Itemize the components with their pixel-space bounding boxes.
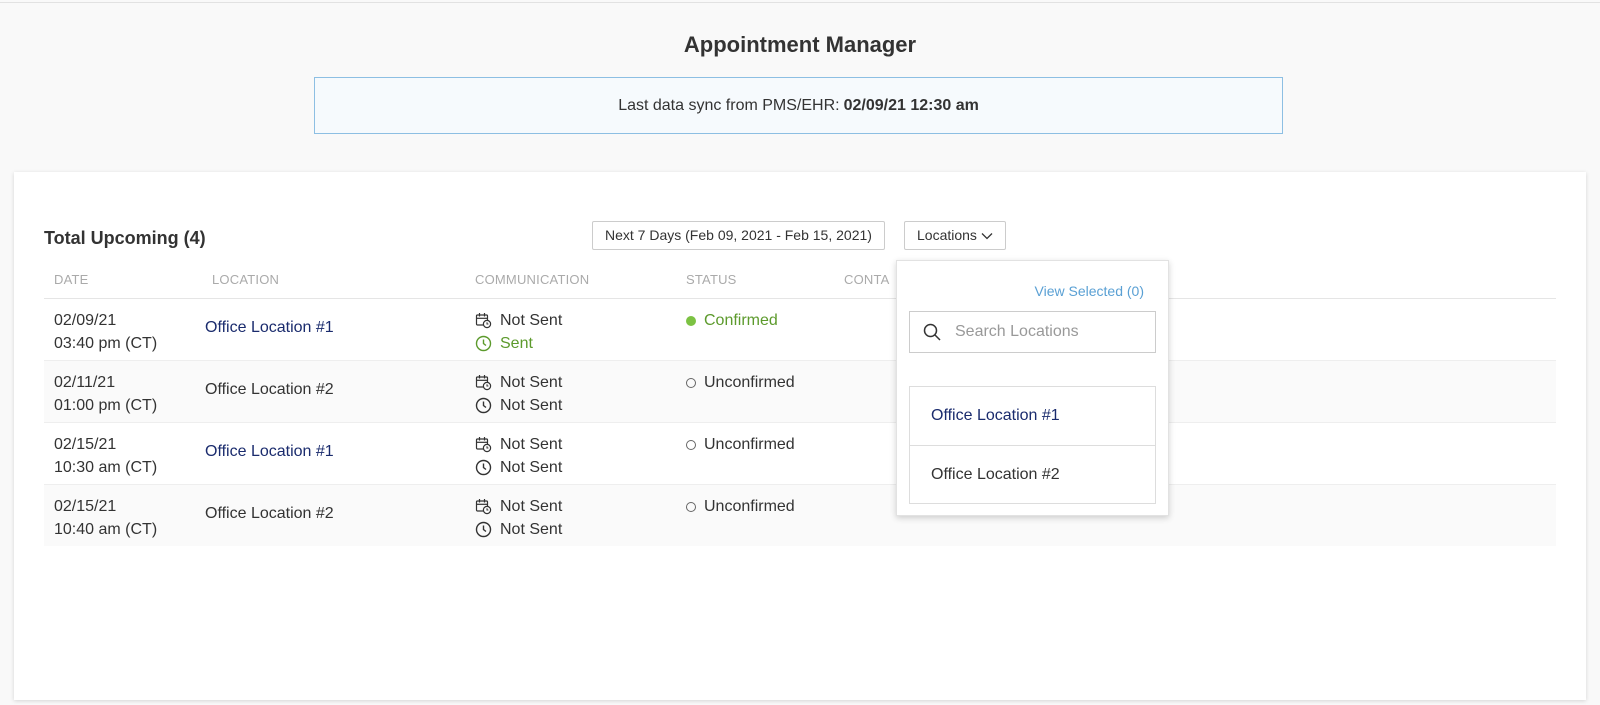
sync-banner: Last data sync from PMS/EHR: 02/09/21 12… [314, 77, 1283, 134]
location-options-list: Office Location #1 Office Location #2 [909, 386, 1156, 504]
location-link[interactable]: Office Location #1 [205, 319, 334, 337]
sync-value: 02/09/21 12:30 am [843, 96, 979, 114]
column-header-date[interactable]: DATE [54, 272, 89, 287]
reminder-clock-label: Not Sent [500, 459, 563, 476]
column-header-contact[interactable]: CONTA [844, 272, 890, 287]
status-badge: Unconfirmed [686, 495, 795, 518]
search-icon [923, 323, 941, 341]
appointment-date: 02/15/21 [54, 436, 117, 453]
appointment-time: 03:40 pm (CT) [54, 335, 158, 352]
appointment-date: 02/15/21 [54, 498, 117, 515]
reminder-clock-label: Not Sent [500, 397, 563, 414]
location-option-1[interactable]: Office Location #1 [910, 387, 1155, 445]
reminder-calendar-label: Not Sent [500, 374, 563, 391]
calendar-clock-icon [475, 437, 492, 453]
calendar-clock-icon [475, 313, 492, 329]
status-dot-icon [686, 439, 696, 450]
calendar-clock-icon [475, 499, 492, 515]
status-badge: Unconfirmed [686, 371, 795, 394]
reminder-calendar-label: Not Sent [500, 498, 563, 515]
search-locations-input[interactable] [953, 322, 1137, 342]
appointment-datetime: 02/15/21 10:40 am (CT) [54, 495, 157, 541]
table-row[interactable]: 02/09/21 03:40 pm (CT) Office Location #… [44, 299, 1556, 361]
date-range-button[interactable]: Next 7 Days (Feb 09, 2021 - Feb 15, 2021… [592, 221, 885, 250]
table-row[interactable]: 02/15/21 10:30 am (CT) Office Location #… [44, 423, 1556, 485]
view-selected-link[interactable]: View Selected (0) [1035, 283, 1144, 299]
locations-button[interactable]: Locations [904, 221, 1006, 250]
search-locations-field[interactable] [909, 311, 1156, 353]
locations-dropdown: View Selected (0) Office Location #1 Off… [896, 260, 1169, 516]
communication-cell: Not Sent Not Sent [475, 495, 562, 541]
location-text: Office Location #2 [205, 505, 334, 522]
sync-label: Last data sync from PMS/EHR: [618, 96, 840, 114]
reminder-clock-status: Not Sent [475, 456, 562, 479]
status-badge: Unconfirmed [686, 433, 795, 456]
column-header-location[interactable]: LOCATION [212, 272, 279, 287]
appointment-date: 02/11/21 [54, 374, 116, 391]
status-dot-icon [686, 501, 696, 512]
reminder-clock-status: Not Sent [475, 518, 562, 541]
appointment-time: 10:40 am (CT) [54, 521, 158, 538]
clock-icon [475, 521, 492, 538]
reminder-calendar-label: Not Sent [500, 312, 563, 329]
locations-button-label: Locations [917, 227, 977, 243]
status-label: Unconfirmed [704, 497, 795, 515]
status-label: Unconfirmed [704, 435, 795, 453]
total-upcoming-title: Total Upcoming (4) [44, 228, 206, 248]
location-link[interactable]: Office Location #1 [205, 443, 334, 461]
calendar-clock-icon [475, 375, 492, 391]
location-option-2[interactable]: Office Location #2 [910, 445, 1155, 503]
appointment-time: 10:30 am (CT) [54, 459, 158, 476]
reminder-clock-label: Not Sent [500, 521, 563, 538]
status-label: Unconfirmed [704, 373, 795, 391]
appointment-datetime: 02/11/21 01:00 pm (CT) [54, 371, 157, 417]
status-badge: Confirmed [686, 309, 778, 332]
location-text: Office Location #2 [205, 381, 334, 398]
appointment-date: 02/09/21 [54, 312, 117, 329]
top-divider [0, 2, 1600, 3]
communication-cell: Not Sent Not Sent [475, 433, 562, 479]
table-row[interactable]: 02/11/21 01:00 pm (CT) Office Location #… [44, 361, 1556, 423]
communication-cell: Not Sent Sent [475, 309, 562, 355]
table-row[interactable]: 02/15/21 10:40 am (CT) Office Location #… [44, 485, 1556, 546]
status-dot-icon [686, 315, 696, 326]
reminder-calendar-status: Not Sent [475, 495, 562, 518]
status-label: Confirmed [704, 311, 778, 329]
clock-icon [475, 459, 492, 476]
clock-icon [475, 397, 492, 414]
reminder-clock-status: Sent [475, 332, 562, 355]
reminder-clock-label: Sent [500, 335, 533, 352]
table-header: DATE LOCATION COMMUNICATION STATUS CONTA [44, 262, 1556, 299]
reminder-clock-status: Not Sent [475, 394, 562, 417]
reminder-calendar-status: Not Sent [475, 433, 562, 456]
appointment-datetime: 02/15/21 10:30 am (CT) [54, 433, 157, 479]
reminder-calendar-status: Not Sent [475, 371, 562, 394]
appointments-table: DATE LOCATION COMMUNICATION STATUS CONTA… [44, 262, 1556, 546]
reminder-calendar-label: Not Sent [500, 436, 563, 453]
column-header-communication[interactable]: COMMUNICATION [475, 272, 589, 287]
clock-icon [475, 335, 492, 352]
appointment-time: 01:00 pm (CT) [54, 397, 158, 414]
reminder-calendar-status: Not Sent [475, 309, 562, 332]
column-header-status[interactable]: STATUS [686, 272, 737, 287]
chevron-down-icon [981, 232, 993, 239]
communication-cell: Not Sent Not Sent [475, 371, 562, 417]
status-dot-icon [686, 377, 696, 388]
page-title: Appointment Manager [683, 32, 917, 57]
appointment-datetime: 02/09/21 03:40 pm (CT) [54, 309, 157, 355]
